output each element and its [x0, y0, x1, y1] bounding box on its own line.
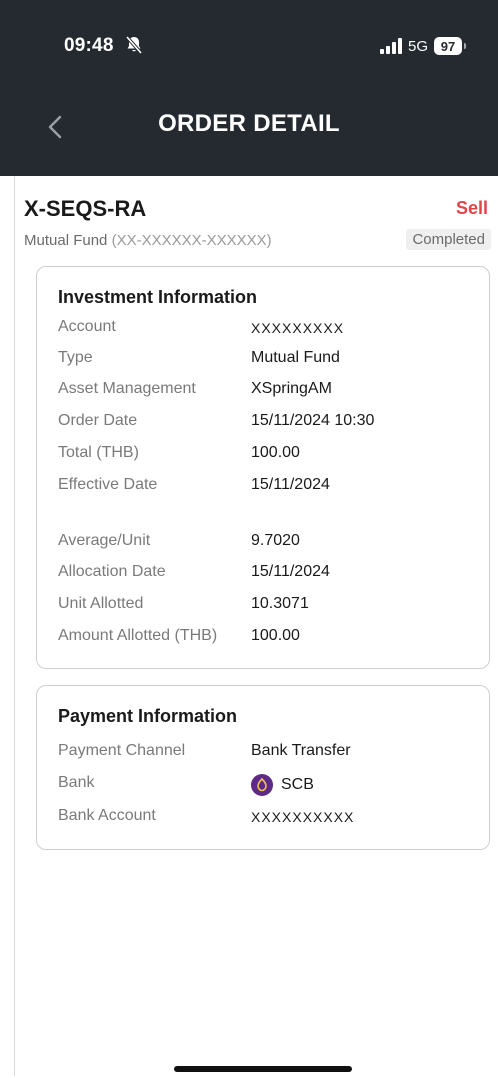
- info-row-type: Type Mutual Fund: [58, 349, 479, 371]
- home-indicator[interactable]: [174, 1066, 352, 1072]
- row-value: 100.00: [251, 627, 300, 644]
- row-value: 100.00: [251, 444, 300, 461]
- payment-row-channel: Payment Channel Bank Transfer: [58, 742, 479, 764]
- status-badge: Completed: [406, 229, 491, 250]
- payment-info-title: Payment Information: [58, 706, 238, 726]
- info-row-effective-date: Effective Date 15/11/2024: [58, 476, 479, 498]
- row-label: Unit Allotted: [58, 595, 144, 612]
- row-value: 10.3071: [251, 595, 309, 612]
- fund-account-mask: XX-XXXXXX-XXXXXX: [116, 232, 267, 249]
- row-value: Mutual Fund: [251, 349, 340, 366]
- investment-info-card: Investment Information Account XXXXXXXXX…: [36, 266, 490, 669]
- signal-icon: [379, 38, 402, 54]
- row-label: Effective Date: [58, 476, 158, 493]
- order-detail-screen: 09:48 5G 97 ORDER DETAIL X-SEQS-RA Sell …: [0, 0, 498, 1078]
- battery-icon: 97: [434, 37, 462, 55]
- row-label: Bank: [58, 774, 95, 791]
- fund-type: Mutual Fund: [24, 232, 108, 249]
- row-label: Order Date: [58, 412, 138, 429]
- row-label: Allocation Date: [58, 563, 166, 580]
- info-row-order-date: Order Date 15/11/2024 10:30: [58, 412, 479, 434]
- battery-tip: [464, 43, 466, 49]
- row-label: Asset Management: [58, 380, 196, 397]
- row-label: Account: [58, 318, 116, 335]
- row-label: Average/Unit: [58, 532, 151, 549]
- bell-slash-icon: [124, 35, 144, 55]
- order-side-label: Sell: [455, 198, 488, 218]
- row-label: Type: [58, 349, 93, 366]
- row-value: XXXXXXXXXX: [251, 809, 355, 825]
- payment-info-card: Payment Information Payment Channel Bank…: [36, 685, 490, 850]
- status-time: 09:48: [64, 35, 114, 56]
- app-header: 09:48 5G 97 ORDER DETAIL: [0, 0, 498, 176]
- info-row-account: Account XXXXXXXXX: [58, 318, 479, 340]
- divider: [14, 176, 15, 1076]
- payment-row-bank: Bank SCB: [58, 774, 479, 796]
- row-label: Payment Channel: [58, 742, 186, 759]
- row-value: 15/11/2024: [251, 563, 330, 580]
- info-row-allocation-date: Allocation Date 15/11/2024: [58, 563, 479, 585]
- row-label: Bank Account: [58, 807, 156, 824]
- network-type: 5G: [407, 37, 428, 55]
- payment-row-bank-account: Bank Account XXXXXXXXXX: [58, 807, 479, 829]
- row-label: Amount Allotted (THB): [58, 627, 218, 644]
- info-row-unit-allotted: Unit Allotted 10.3071: [58, 595, 479, 617]
- page-title: ORDER DETAIL: [158, 110, 340, 137]
- info-row-average-unit: Average/Unit 9.7020: [58, 532, 479, 554]
- investment-info-title: Investment Information: [58, 287, 258, 307]
- row-value: XXXXXXXXX: [251, 320, 345, 336]
- info-row-amount-allotted: Amount Allotted (THB) 100.00: [58, 627, 479, 649]
- row-value: Bank Transfer: [251, 742, 351, 759]
- row-value: 15/11/2024: [251, 476, 330, 493]
- row-value: SCB: [251, 774, 314, 796]
- row-value: XSpringAM: [251, 380, 332, 397]
- bank-name: SCB: [281, 776, 314, 793]
- scb-logo-icon: [251, 774, 273, 796]
- info-row-asset-management: Asset Management XSpringAM: [58, 380, 479, 402]
- info-row-total: Total (THB) 100.00: [58, 444, 479, 466]
- row-label: Total (THB): [58, 444, 139, 461]
- fund-subtitle: Mutual Fund (XX-XXXXXX-XXXXXX): [24, 232, 272, 249]
- row-value: 9.7020: [251, 532, 300, 549]
- fund-code: X-SEQS-RA: [24, 196, 147, 221]
- status-indicators: 5G 97: [379, 36, 466, 56]
- row-value: 15/11/2024 10:30: [251, 412, 375, 429]
